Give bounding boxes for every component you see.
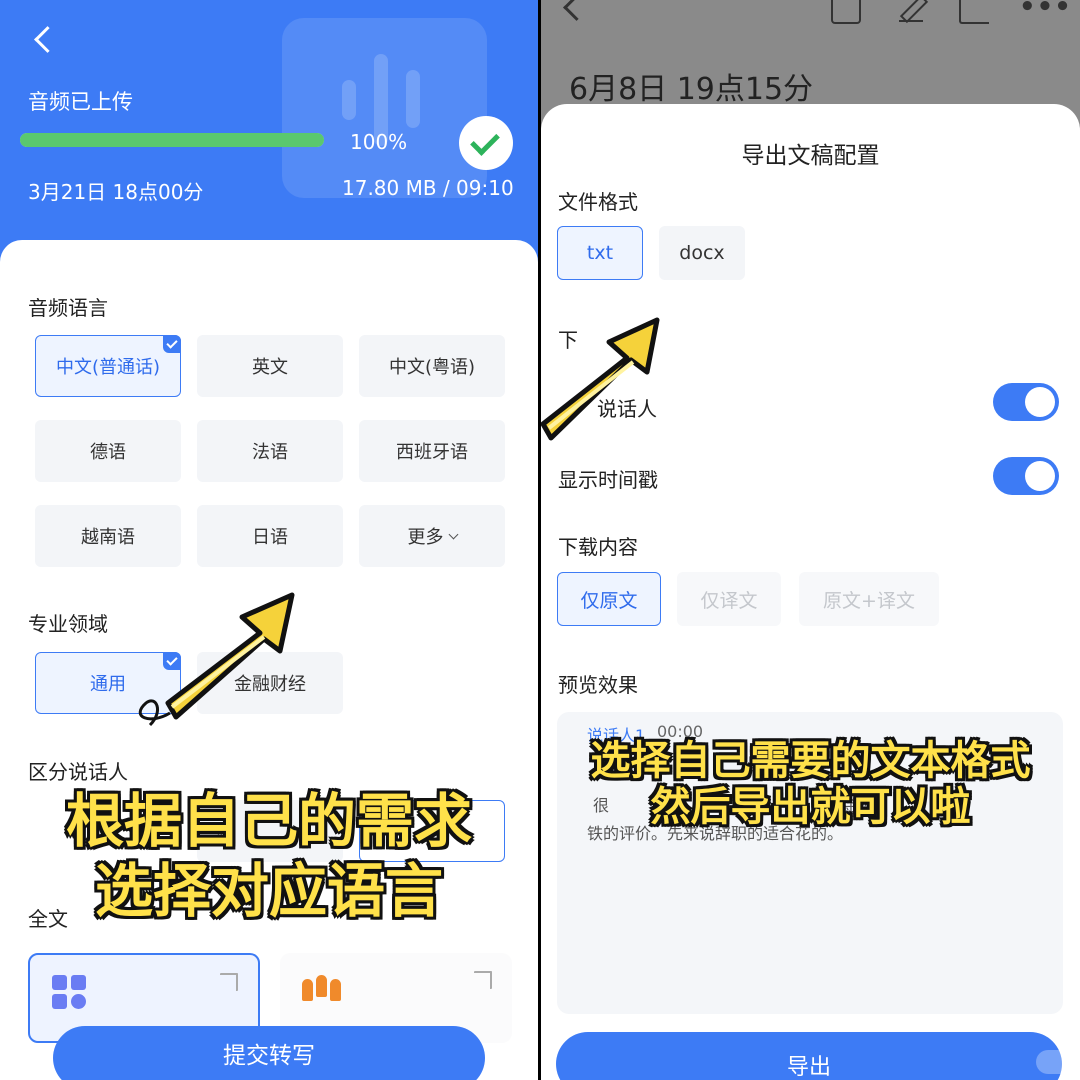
upload-progress-fill [20,133,324,147]
lang-option-label: 法语 [252,442,288,463]
chevron-down-icon [448,529,458,539]
selected-check-icon [163,335,181,353]
upload-header: 音频已上传 100% 3月21日 18点00分 17.80 MB / 09:10 [0,0,538,270]
timestamp-toggle[interactable] [993,457,1059,495]
lang-option-german[interactable]: 德语 [35,420,181,482]
caption-line: 选择自己需要的文本格式 [590,738,1031,784]
upload-status-text: 音频已上传 [28,90,133,114]
lang-option-label: 德语 [90,442,126,463]
audio-language-title: 音频语言 [28,296,108,320]
lang-option-label: 英文 [252,357,288,378]
lang-option-label: 越南语 [81,527,135,548]
domain-title: 专业领域 [28,612,108,636]
expand-icon[interactable] [474,971,492,989]
upload-date: 3月21日 18点00分 [28,180,204,204]
lang-option-english[interactable]: 英文 [197,335,343,397]
people-icon [300,973,344,1009]
speaker-title: 区分说话人 [28,760,128,784]
back-arrow-icon[interactable] [557,0,587,22]
submit-transcribe-button[interactable]: 提交转写 [53,1026,485,1080]
download-content-title: 下载内容 [558,535,638,559]
right-screen: ••• 6月8日 19点15分 导出文稿配置 文件格式 txt docx 下 说… [541,0,1080,1080]
expand-icon[interactable] [220,973,238,991]
pointer-arrow-icon [541,317,660,441]
upload-progress-percent: 100% [350,130,408,154]
tutorial-caption-right: 选择自己需要的文本格式 然后导出就可以啦 [541,738,1080,830]
watermark [1036,1050,1076,1074]
lang-option-label: 更多 [407,527,444,548]
file-size-duration: 17.80 MB / 09:10 [342,176,514,200]
lang-option-label: 日语 [252,527,288,548]
grid-apps-icon [52,975,88,1011]
more-icon[interactable]: ••• [1019,0,1071,22]
lang-option-french[interactable]: 法语 [197,420,343,482]
content-option-translation[interactable]: 仅译文 [677,572,781,626]
translate-icon[interactable] [831,0,861,24]
upload-progress-bar [20,133,324,147]
lang-option-spanish[interactable]: 西班牙语 [359,420,505,482]
lang-option-vietnamese[interactable]: 越南语 [35,505,181,567]
lang-option-label: 西班牙语 [396,442,468,463]
file-format-title: 文件格式 [558,190,638,214]
record-title: 6月8日 19点15分 [569,72,814,107]
lang-option-cantonese[interactable]: 中文(粤语) [359,335,505,397]
caption-line: 根据自己的需求 [65,787,472,855]
content-option-original[interactable]: 仅原文 [557,572,661,626]
caption-line: 选择对应语言 [94,857,443,925]
format-option-txt[interactable]: txt [557,226,643,280]
format-option-docx[interactable]: docx [659,226,745,280]
left-screen: 音频已上传 100% 3月21日 18点00分 17.80 MB / 09:10… [0,0,538,1080]
pointer-arrow-icon [138,592,295,727]
content-option-both[interactable]: 原文+译文 [799,572,939,626]
lang-option-more[interactable]: 更多 [359,505,505,567]
lang-option-label: 中文(粤语) [388,357,476,378]
back-arrow-icon[interactable] [28,24,58,54]
preview-title: 预览效果 [558,673,638,697]
lang-option-japanese[interactable]: 日语 [197,505,343,567]
speaker-toggle[interactable] [993,383,1059,421]
caption-line: 然后导出就可以啦 [650,784,971,830]
edit-icon[interactable] [897,0,927,24]
audio-wave-decoration [282,18,487,198]
lang-option-mandarin[interactable]: 中文(普通话) [35,335,181,397]
toggle-label-timestamp: 显示时间戳 [558,468,658,492]
check-icon [459,116,513,170]
sheet-title: 导出文稿配置 [741,143,880,169]
share-icon[interactable] [959,0,989,24]
tutorial-caption-left: 根据自己的需求 选择对应语言 [0,786,538,926]
export-button[interactable]: 导出 [556,1032,1062,1080]
lang-option-label: 中文(普通话) [55,357,161,378]
